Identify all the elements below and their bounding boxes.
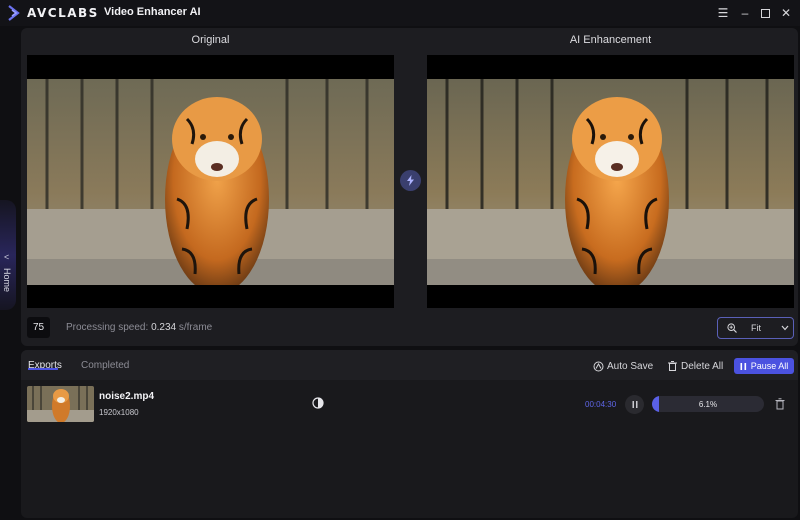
title-bar: AVCLABS Video Enhancer AI ☰ – ✕ xyxy=(0,0,800,26)
home-tab-label[interactable]: Home xyxy=(2,268,12,292)
video-thumbnail xyxy=(27,386,94,422)
speed-label: Processing speed: xyxy=(66,322,149,333)
active-tab-indicator xyxy=(28,368,58,370)
enhanced-title: AI Enhancement xyxy=(569,34,652,46)
original-title: Original xyxy=(191,34,230,46)
maximize-icon[interactable] xyxy=(757,5,773,21)
tiger-thumbnail xyxy=(27,386,94,422)
minimize-icon[interactable]: – xyxy=(737,5,753,21)
close-icon[interactable]: ✕ xyxy=(778,5,794,21)
contrast-icon[interactable] xyxy=(312,397,324,409)
zoom-in-icon xyxy=(727,323,737,333)
file-name: noise2.mp4 xyxy=(99,391,155,402)
chevron-down-icon xyxy=(781,325,789,331)
processing-speed: Processing speed: 0.234 s/frame xyxy=(66,322,212,333)
frame-input[interactable]: 75 xyxy=(27,317,50,338)
tiger-frame-enhanced xyxy=(427,79,794,285)
pause-all-label: Pause All xyxy=(750,361,789,371)
chevron-left-icon[interactable]: < xyxy=(4,252,9,262)
avclabs-logo-icon xyxy=(8,5,20,21)
zoom-select[interactable]: Fit xyxy=(717,317,794,339)
delete-all-label: Delete All xyxy=(681,360,724,372)
tiger-frame-original xyxy=(27,79,394,285)
auto-save-label: Auto Save xyxy=(607,360,654,372)
brand-name: AVCLABS xyxy=(27,6,99,20)
speed-value: 0.234 xyxy=(151,322,177,333)
progress-bar: 6.1% xyxy=(652,396,764,412)
delete-all-button[interactable]: Delete All xyxy=(668,358,723,374)
pause-all-button[interactable]: Pause All xyxy=(734,358,794,374)
speed-unit: s/frame xyxy=(178,322,213,333)
trash-icon xyxy=(668,361,677,371)
progress-label: 6.1% xyxy=(698,399,718,409)
tab-completed[interactable]: Completed xyxy=(81,360,129,371)
pause-icon xyxy=(632,401,637,408)
elapsed-time: 00:04:30 xyxy=(585,400,617,409)
compare-toggle-button[interactable] xyxy=(400,170,421,191)
lightning-icon xyxy=(407,175,414,186)
app-title: Video Enhancer AI xyxy=(104,6,201,18)
delete-item-icon[interactable] xyxy=(775,398,785,410)
enhanced-video xyxy=(427,55,794,308)
zoom-value: Fit xyxy=(751,323,761,333)
pause-icon xyxy=(740,362,746,370)
original-video xyxy=(27,55,394,308)
auto-save-button[interactable]: Auto Save xyxy=(593,358,653,374)
auto-save-icon xyxy=(593,361,604,371)
item-pause-button[interactable] xyxy=(625,395,644,414)
file-resolution: 1920x1080 xyxy=(99,408,139,417)
menu-icon[interactable]: ☰ xyxy=(715,5,731,21)
